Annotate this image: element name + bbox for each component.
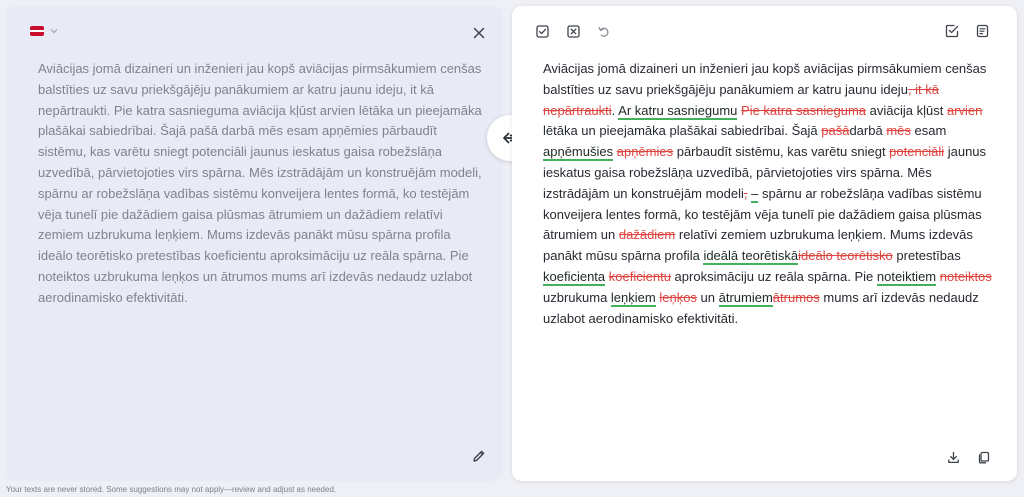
suggested-deletion[interactable]: leņķos: [659, 290, 697, 305]
suggested-deletion[interactable]: pašā: [821, 123, 849, 138]
text-run: uzbrukuma: [543, 289, 611, 305]
review-changes-button[interactable]: [944, 23, 960, 39]
close-icon: [473, 27, 485, 39]
checkbox-check-icon: [535, 24, 549, 38]
notes-button[interactable]: [975, 23, 991, 39]
suggested-deletion[interactable]: potenciāli: [889, 144, 944, 159]
source-panel: Aviācijas jomā dizaineri un inženieri ja…: [6, 6, 503, 481]
text-run: lētāka un pieejamāka plašākai sabiedrība…: [543, 123, 822, 139]
suggested-insertion[interactable]: koeficienta: [543, 268, 606, 286]
source-text[interactable]: Aviācijas jomā dizaineri un inženieri ja…: [38, 59, 483, 309]
checkbox-x-icon: [566, 24, 580, 38]
text-run: un: [696, 289, 719, 305]
chevron-down-icon: [50, 29, 58, 34]
suggested-deletion[interactable]: ātrumos: [773, 290, 820, 305]
text-run: aviācija kļūst: [866, 102, 947, 118]
suggested-insertion[interactable]: ātrumiem: [718, 289, 773, 307]
result-panel: Aviācijas jomā dizaineri un inženieri ja…: [512, 6, 1017, 481]
undo-icon: [597, 26, 609, 37]
suggested-insertion[interactable]: ideālā teorētiskā: [703, 248, 799, 266]
reject-all-button[interactable]: [565, 23, 581, 39]
suggested-deletion[interactable]: koeficientu: [609, 269, 671, 284]
suggested-insertion[interactable]: apņēmušies: [543, 144, 614, 162]
suggested-deletion[interactable]: noteiktos: [940, 269, 992, 284]
suggested-insertion[interactable]: leņķiem: [610, 289, 656, 307]
suggested-insertion[interactable]: noteiktiem: [876, 268, 937, 286]
suggested-deletion[interactable]: mēs: [886, 123, 911, 138]
download-button[interactable]: [945, 449, 961, 465]
text-run: esam: [910, 123, 947, 139]
text-run: pretestības: [892, 248, 961, 264]
suggested-deletion[interactable]: apņēmies: [617, 144, 673, 159]
undo-button[interactable]: [595, 23, 611, 39]
download-icon: [947, 451, 959, 463]
copy-button[interactable]: [975, 449, 991, 465]
copy-icon: [978, 451, 989, 463]
text-run: aproksimāciju uz reāla spārna. Pie: [670, 268, 877, 284]
suggested-deletion[interactable]: Pie katra sasnieguma: [741, 103, 866, 118]
latvia-flag-icon: [30, 26, 44, 36]
pencil-icon: [473, 450, 485, 462]
text-run: darbā: [849, 123, 887, 139]
suggested-deletion[interactable]: ,: [744, 186, 748, 201]
list-check-icon: [945, 24, 959, 38]
accept-all-button[interactable]: [534, 23, 550, 39]
document-edit-icon: [976, 24, 989, 38]
language-select[interactable]: [30, 26, 59, 36]
edit-button[interactable]: [470, 447, 488, 465]
suggested-deletion[interactable]: arvien: [947, 103, 982, 118]
text-run: pārbaudīt sistēmu, kas varētu sniegt: [673, 144, 890, 160]
privacy-note: Your texts are never stored. Some sugges…: [6, 485, 337, 494]
suggested-deletion[interactable]: ideālo teorētisko: [798, 248, 893, 263]
suggested-insertion[interactable]: Ar katru sasniegumu: [618, 102, 738, 120]
suggested-deletion[interactable]: dažādiem: [619, 227, 675, 242]
corrected-text: Aviācijas jomā dizaineri un inženieri ja…: [543, 59, 998, 329]
clear-button[interactable]: [470, 24, 488, 42]
